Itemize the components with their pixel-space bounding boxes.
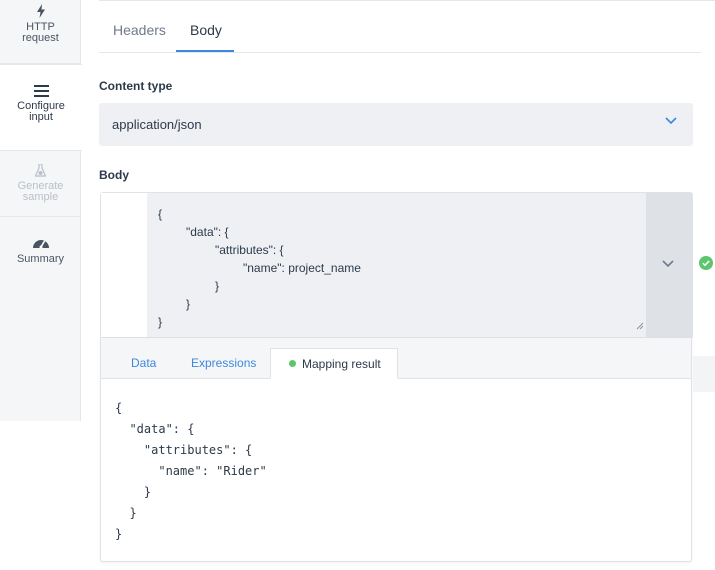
result-line: } [115, 485, 152, 499]
result-line: "attributes": { [115, 443, 253, 457]
tab-mapping-result-label: Mapping result [302, 357, 381, 371]
body-textarea[interactable]: { "data": { "attributes": { "name": proj… [147, 193, 647, 337]
check-circle-icon [699, 256, 713, 270]
content-type-label: Content type [99, 79, 173, 93]
body-label: Body [99, 168, 129, 182]
top-divider [99, 0, 715, 3]
result-line: "data": { [115, 422, 195, 436]
editor-gutter [101, 193, 147, 337]
status-dot [289, 360, 296, 367]
content-type-select[interactable]: application/json [99, 103, 693, 146]
code-line: } [158, 315, 163, 329]
chevron-down-icon [662, 260, 674, 268]
result-line: "name": "Rider" [115, 464, 267, 478]
result-line: } [115, 506, 137, 520]
step-label: Summary [16, 253, 65, 265]
lightning-icon [36, 4, 45, 18]
tab-body[interactable]: Body [190, 22, 222, 38]
mapping-tabs: Data Expressions Mapping result [101, 338, 691, 379]
step-label: HTTP request [22, 21, 59, 44]
code-line: "name": project_name [243, 261, 361, 275]
mapping-panel: Data Expressions Mapping result { "data"… [100, 338, 692, 562]
result-line: { [115, 401, 123, 415]
tab-data[interactable]: Data [131, 348, 156, 379]
result-line: } [115, 527, 123, 541]
step-summary[interactable]: Summary [0, 217, 81, 283]
code-line: { [158, 207, 163, 221]
step-label: Generate sample [17, 180, 64, 203]
request-tabs: Headers Body [99, 10, 701, 53]
code-line: } [215, 279, 220, 293]
tab-headers[interactable]: Headers [113, 22, 166, 38]
code-line: } [186, 297, 191, 311]
tab-expressions[interactable]: Expressions [191, 348, 256, 379]
code-line: "attributes": { [215, 243, 284, 257]
code-line: "data": { [186, 225, 229, 239]
resize-handle-icon[interactable] [636, 322, 644, 330]
step-http-request[interactable]: HTTP request [0, 0, 81, 64]
gauge-icon [32, 240, 49, 249]
step-sidebar: HTTP request Configure input Generate sa… [0, 0, 82, 421]
content-type-value: application/json [112, 117, 202, 132]
active-tab-indicator [176, 50, 234, 52]
body-expand-toggle[interactable] [646, 193, 692, 337]
body-editor[interactable]: { "data": { "attributes": { "name": proj… [100, 192, 693, 338]
tab-mapping-result[interactable]: Mapping result [270, 348, 398, 379]
step-generate-sample: Generate sample [0, 151, 81, 217]
chevron-down-icon [665, 117, 677, 125]
flask-icon [35, 164, 46, 177]
step-label: Configure input [17, 100, 65, 123]
step-configure-input[interactable]: Configure input [0, 64, 82, 151]
side-panel-edge [693, 356, 715, 392]
menu-icon [33, 85, 49, 97]
